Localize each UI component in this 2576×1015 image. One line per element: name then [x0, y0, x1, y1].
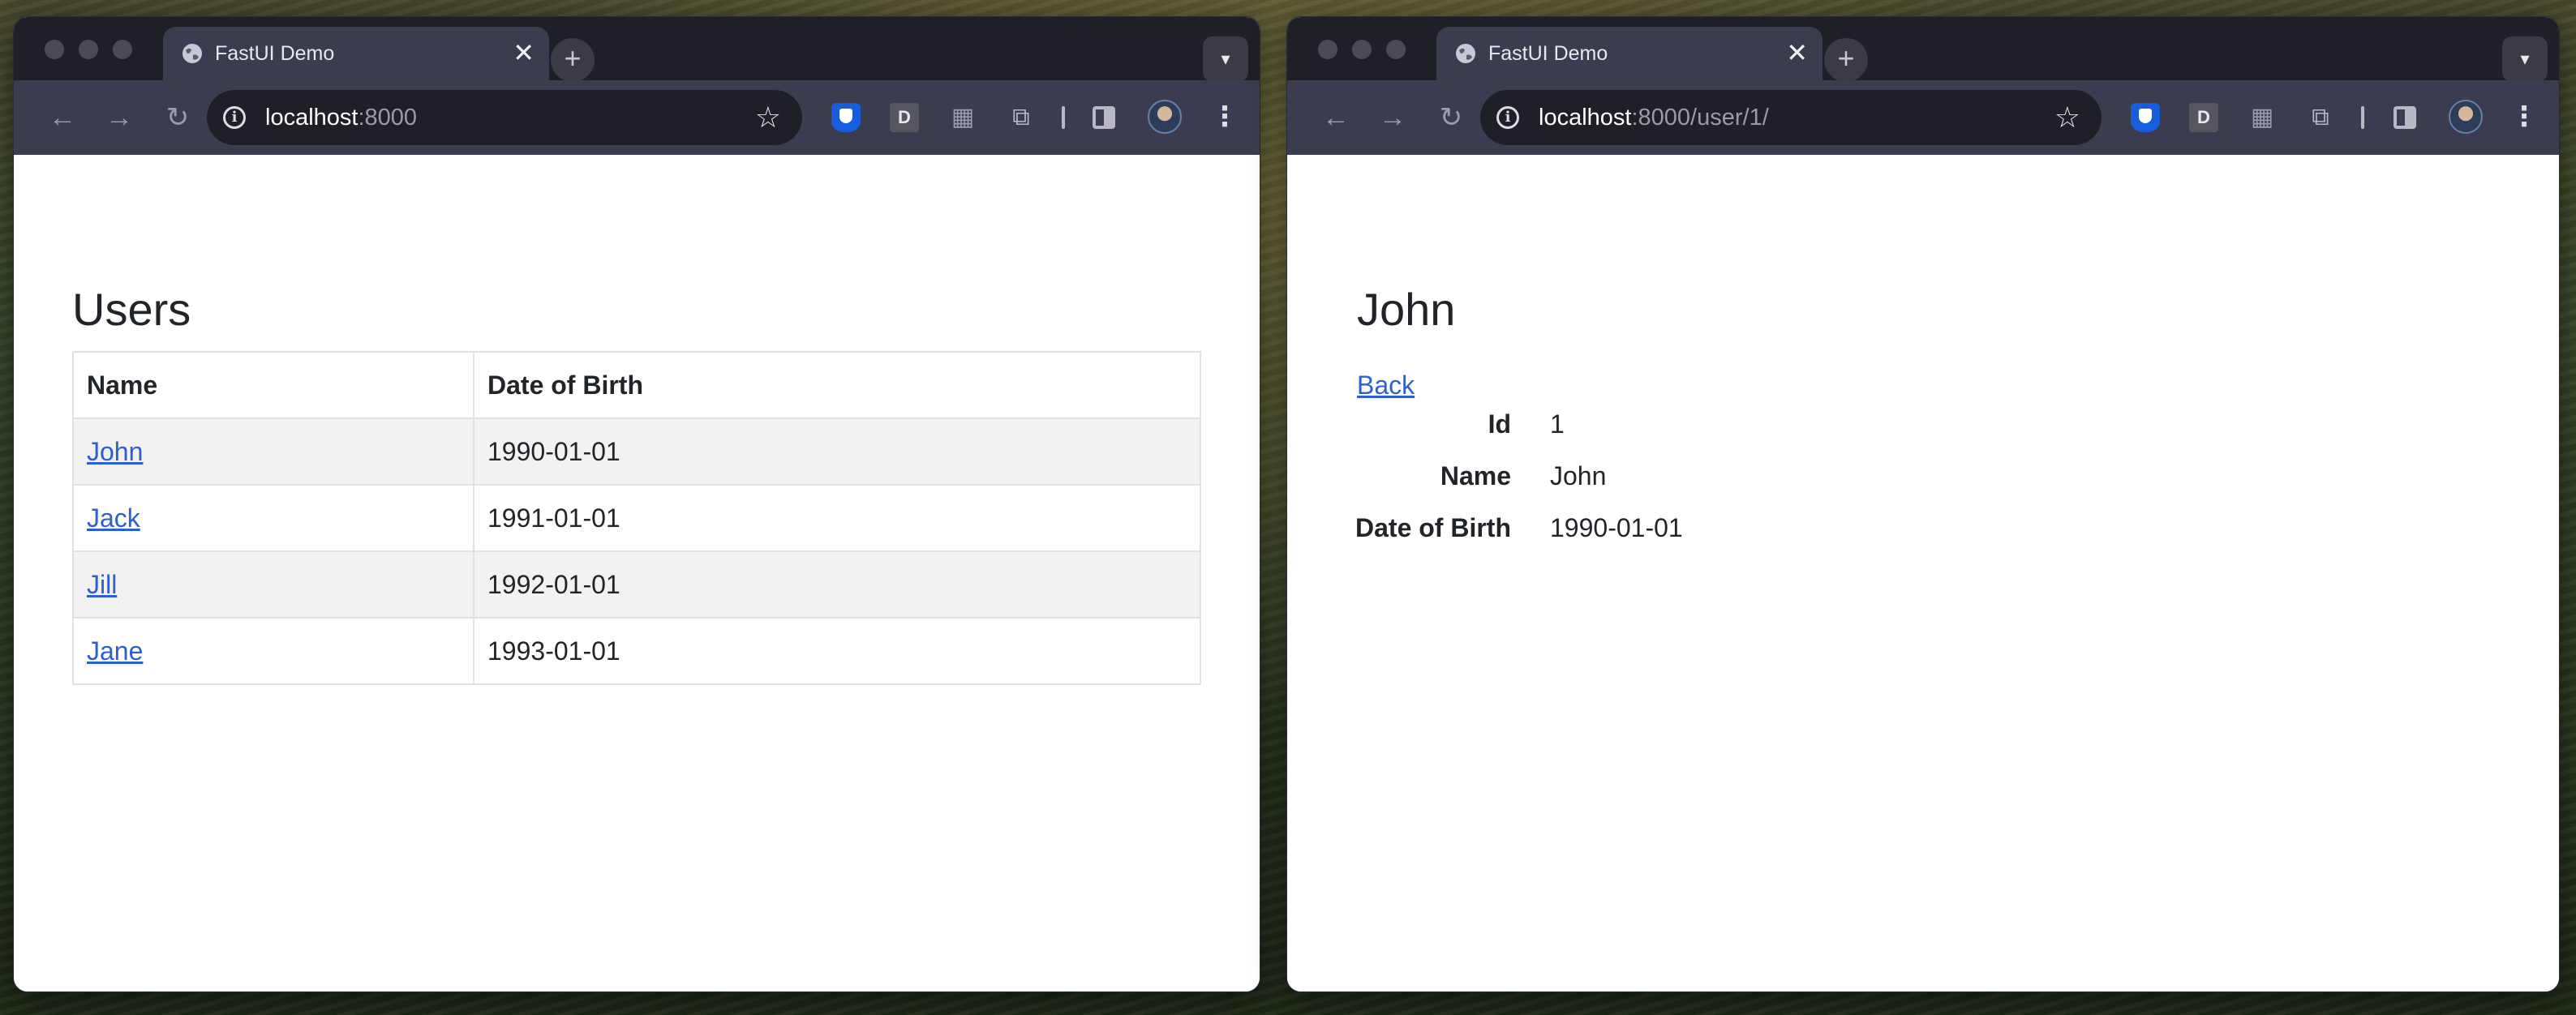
qr-code-icon[interactable]: ▦ — [948, 103, 977, 132]
address-bar[interactable]: i localhost:8000 ☆ — [207, 90, 802, 145]
window-controls — [45, 40, 132, 59]
users-table: Name Date of Birth John 1990-01-01 Jack … — [72, 351, 1201, 685]
bookmark-star-icon[interactable]: ☆ — [755, 101, 781, 134]
table-row: John 1990-01-01 — [72, 418, 1201, 486]
close-tab-icon[interactable]: ✕ — [513, 38, 535, 67]
tab-search-chevron-icon[interactable]: ▾ — [1203, 36, 1248, 82]
dob-cell: 1990-01-01 — [473, 418, 1201, 486]
globe-icon — [182, 44, 202, 63]
detail-label: Id — [1488, 409, 1511, 439]
user-link-john[interactable]: John — [87, 437, 143, 466]
user-link-jill[interactable]: Jill — [87, 570, 117, 599]
browser-toolbar: ← → ↻ i localhost:8000/user/1/ ☆ D ▦ ⧉ ⋮ — [1287, 80, 2559, 155]
browser-window-users: FastUI Demo ✕ + ▾ ← → ↻ i localhost:8000… — [13, 16, 1260, 992]
dob-cell: 1991-01-01 — [473, 484, 1201, 552]
bitwarden-icon[interactable] — [2131, 103, 2160, 132]
forward-arrow-icon[interactable]: → — [101, 100, 137, 135]
table-header-row: Name Date of Birth — [72, 351, 1201, 419]
url-text: localhost:8000 — [265, 104, 418, 131]
page-title: John — [1357, 284, 1456, 335]
minimize-window-button[interactable] — [1352, 40, 1372, 59]
side-panel-icon[interactable] — [2394, 106, 2416, 129]
address-bar[interactable]: i localhost:8000/user/1/ ☆ — [1480, 90, 2102, 145]
more-menu-icon[interactable]: ⋮ — [1211, 98, 1239, 135]
new-tab-button[interactable]: + — [1824, 38, 1868, 82]
minimize-window-button[interactable] — [79, 40, 98, 59]
forward-arrow-icon[interactable]: → — [1375, 100, 1410, 135]
tab-strip: FastUI Demo ✕ + ▾ — [14, 17, 1260, 82]
profile-avatar[interactable] — [2449, 100, 2483, 134]
page-title: Users — [72, 284, 191, 335]
user-link-jane[interactable]: Jane — [87, 636, 143, 666]
site-info-icon[interactable]: i — [223, 106, 246, 129]
d-extension-icon[interactable]: D — [890, 103, 919, 132]
dob-cell: 1992-01-01 — [473, 550, 1201, 619]
toolbar-divider — [1062, 106, 1065, 129]
tab-strip: FastUI Demo ✕ + ▾ — [1287, 17, 2559, 82]
close-window-button[interactable] — [45, 40, 64, 59]
detail-value: John — [1550, 461, 1607, 490]
extensions-puzzle-icon[interactable]: ⧉ — [1007, 103, 1036, 132]
window-controls — [1318, 40, 1406, 59]
column-header-dob: Date of Birth — [473, 351, 1201, 419]
tab-title: FastUI Demo — [1488, 41, 1608, 65]
bitwarden-icon[interactable] — [831, 103, 861, 132]
user-link-jack[interactable]: Jack — [87, 503, 140, 533]
detail-label: Date of Birth — [1355, 513, 1511, 542]
maximize-window-button[interactable] — [1386, 40, 1406, 59]
reload-icon[interactable]: ↻ — [160, 100, 195, 135]
profile-avatar[interactable] — [1148, 100, 1182, 134]
dob-cell: 1993-01-01 — [473, 617, 1201, 685]
toolbar-divider — [2361, 106, 2364, 129]
new-tab-button[interactable]: + — [551, 38, 595, 82]
side-panel-icon[interactable] — [1093, 106, 1115, 129]
maximize-window-button[interactable] — [113, 40, 132, 59]
site-info-icon[interactable]: i — [1496, 106, 1519, 129]
close-tab-icon[interactable]: ✕ — [1786, 38, 1808, 67]
extensions-puzzle-icon[interactable]: ⧉ — [2306, 103, 2335, 132]
table-row: Jane 1993-01-01 — [72, 617, 1201, 685]
browser-window-user-detail: FastUI Demo ✕ + ▾ ← → ↻ i localhost:8000… — [1286, 16, 2560, 992]
tab-fastui-demo[interactable]: FastUI Demo ✕ — [1436, 27, 1823, 80]
back-arrow-icon[interactable]: ← — [45, 100, 80, 135]
tab-search-chevron-icon[interactable]: ▾ — [2502, 36, 2548, 82]
table-row: Jack 1991-01-01 — [72, 484, 1201, 552]
detail-label: Name — [1440, 461, 1511, 490]
detail-value: 1990-01-01 — [1550, 513, 1683, 542]
globe-icon — [1456, 44, 1475, 63]
d-extension-icon[interactable]: D — [2189, 103, 2218, 132]
back-arrow-icon[interactable]: ← — [1318, 100, 1354, 135]
qr-code-icon[interactable]: ▦ — [2248, 103, 2277, 132]
more-menu-icon[interactable]: ⋮ — [2510, 98, 2538, 135]
table-row: Jill 1992-01-01 — [72, 550, 1201, 619]
detail-value: 1 — [1550, 409, 1565, 439]
tab-fastui-demo[interactable]: FastUI Demo ✕ — [163, 27, 549, 80]
column-header-name: Name — [72, 351, 474, 419]
page-content: John Back Id 1 Name John Date of Birth 1… — [1287, 155, 2559, 991]
browser-toolbar: ← → ↻ i localhost:8000 ☆ D ▦ ⧉ ⋮ — [14, 80, 1260, 155]
tab-title: FastUI Demo — [215, 41, 335, 65]
page-content: Users Name Date of Birth John 1990-01-01… — [14, 155, 1260, 991]
back-link[interactable]: Back — [1357, 370, 1415, 400]
close-window-button[interactable] — [1318, 40, 1337, 59]
bookmark-star-icon[interactable]: ☆ — [2054, 101, 2080, 134]
url-text: localhost:8000/user/1/ — [1539, 104, 1769, 131]
reload-icon[interactable]: ↻ — [1433, 100, 1469, 135]
